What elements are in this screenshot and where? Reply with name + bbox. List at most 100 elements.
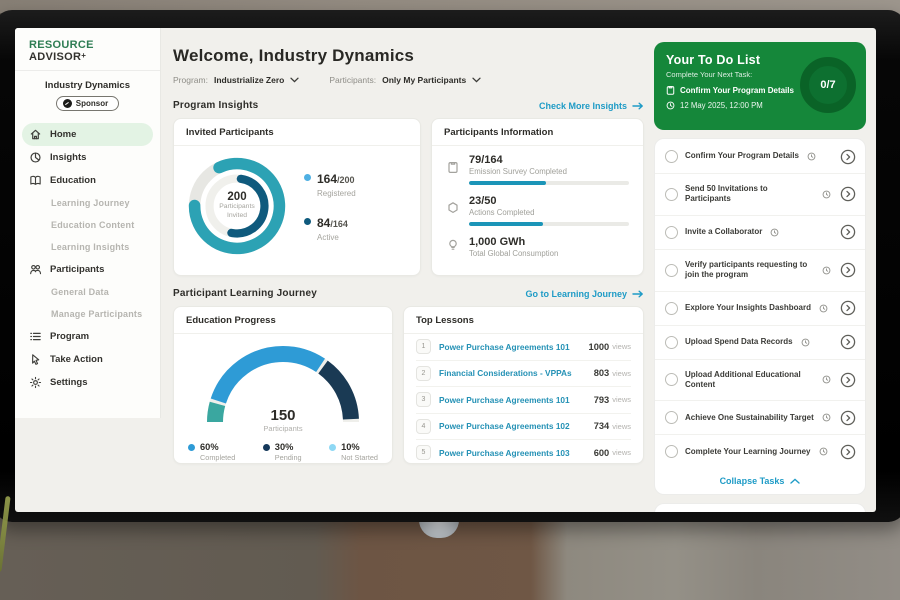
- clock-icon: [822, 375, 831, 384]
- task-checkbox[interactable]: [665, 302, 678, 315]
- task-checkbox[interactable]: [665, 445, 678, 458]
- lesson-row[interactable]: 2 Financial Considerations - VPPAs 803 v…: [416, 361, 631, 388]
- card-title: Invited Participants: [174, 119, 420, 146]
- clock-icon: [822, 413, 831, 422]
- legend-dot: [263, 444, 270, 451]
- sidebar-item-program[interactable]: Program: [15, 325, 160, 348]
- chevron-right-button[interactable]: [840, 149, 856, 165]
- program-dropdown[interactable]: Program: Industrialize Zero: [173, 75, 299, 85]
- card-title: Top Lessons: [404, 307, 643, 334]
- legend-pending: 30%Pending: [263, 442, 302, 462]
- todo-header-card: Your To Do List Complete Your Next Task:…: [654, 42, 866, 130]
- book-icon: [29, 174, 42, 187]
- take-action-icon: [29, 353, 42, 366]
- task-checkbox[interactable]: [665, 373, 678, 386]
- monitor-bezel: RESOURCE ADVISOR+ Industry Dynamics Spon…: [0, 10, 900, 522]
- chevron-right-button[interactable]: [840, 262, 856, 278]
- clock-icon: [822, 266, 831, 275]
- task-item[interactable]: Achieve One Sustainability Target: [655, 401, 865, 435]
- section-program-insights: Program Insights: [173, 100, 258, 111]
- app-logo: RESOURCE ADVISOR+: [15, 35, 160, 71]
- dashboard-screen: RESOURCE ADVISOR+ Industry Dynamics Spon…: [15, 28, 876, 512]
- sidebar-item-manage-participants[interactable]: Manage Participants: [15, 303, 160, 325]
- sidebar-item-insights[interactable]: Insights: [15, 146, 160, 169]
- clock-icon: [666, 101, 675, 110]
- chevron-right-button[interactable]: [840, 224, 856, 240]
- task-item[interactable]: Invite a Collaborator: [655, 216, 865, 250]
- progress-bar: [469, 222, 629, 226]
- card-title: Participants Information: [432, 119, 643, 146]
- progress-bar: [469, 181, 629, 185]
- task-checkbox[interactable]: [665, 411, 678, 424]
- chevron-right-button[interactable]: [840, 372, 856, 388]
- insights-icon: [29, 151, 42, 164]
- clock-icon: [801, 338, 810, 347]
- chevron-down-icon: [290, 77, 299, 83]
- chevron-right-button[interactable]: [840, 334, 856, 350]
- stat-consumption: 1,000 GWh Total Global Consumption: [446, 236, 629, 258]
- task-item[interactable]: Upload Additional Educational Content: [655, 360, 865, 402]
- legend-completed: 60%Completed: [188, 442, 235, 462]
- arrow-right-icon: [632, 102, 644, 110]
- collapse-tasks-link[interactable]: Collapse Tasks: [655, 468, 865, 492]
- lesson-row[interactable]: 5 Power Purchase Agreements 103 600 view…: [416, 440, 631, 464]
- sidebar-item-learning-journey[interactable]: Learning Journey: [15, 192, 160, 214]
- task-datetime: 12 May 2025, 12:00 PM: [680, 101, 763, 110]
- clipboard-icon: [666, 85, 675, 95]
- participants-dropdown[interactable]: Participants: Only My Participants: [329, 75, 481, 85]
- legend-active: 84/164 Active: [304, 214, 356, 242]
- survey-icon: [446, 160, 460, 179]
- education-progress-card: Education Progress 150 Participants: [173, 306, 393, 464]
- task-checkbox[interactable]: [665, 264, 678, 277]
- task-checkbox[interactable]: [665, 188, 678, 201]
- clock-icon: [819, 304, 828, 313]
- task-checkbox[interactable]: [665, 226, 678, 239]
- legend-dot: [304, 174, 311, 181]
- stat-actions: 23/50 Actions Completed: [446, 195, 629, 226]
- stat-emission-survey: 79/164 Emission Survey Completed: [446, 154, 629, 185]
- chevron-right-button[interactable]: [840, 300, 856, 316]
- page-title: Welcome, Industry Dynamics: [173, 46, 644, 66]
- chevron-right-button[interactable]: [840, 444, 856, 460]
- list-icon: [29, 330, 42, 343]
- chevron-down-icon: [472, 77, 481, 83]
- participants-icon: [29, 263, 42, 276]
- legend-dot: [304, 218, 311, 225]
- sidebar-item-general-data[interactable]: General Data: [15, 281, 160, 303]
- sidebar-item-education-content[interactable]: Education Content: [15, 214, 160, 236]
- chevron-right-button[interactable]: [840, 186, 856, 202]
- sponsor-badge: Sponsor: [56, 96, 119, 111]
- lesson-row[interactable]: 3 Power Purchase Agreements 101 793 view…: [416, 387, 631, 414]
- recent-news-card: Recent News: [654, 503, 866, 512]
- go-to-learning-journey-link[interactable]: Go to Learning Journey: [525, 289, 644, 299]
- task-item[interactable]: Verify participants requesting to join t…: [655, 250, 865, 292]
- invited-total: 200: [227, 191, 246, 203]
- task-item[interactable]: Send 50 Invitations to Participants: [655, 174, 865, 216]
- tasks-list: Confirm Your Program Details Send 50 Inv…: [654, 138, 866, 495]
- main-content: Welcome, Industry Dynamics Program: Indu…: [161, 28, 654, 512]
- legend-not-started: 10%Not Started: [329, 442, 378, 462]
- legend-dot: [188, 444, 195, 451]
- sidebar-item-settings[interactable]: Settings: [15, 371, 160, 394]
- monitor-stand: [419, 520, 459, 538]
- sidebar-item-participants[interactable]: Participants: [15, 258, 160, 281]
- sidebar-item-learning-insights[interactable]: Learning Insights: [15, 236, 160, 258]
- check-more-insights-link[interactable]: Check More Insights: [539, 101, 644, 111]
- sidebar: RESOURCE ADVISOR+ Industry Dynamics Spon…: [15, 28, 161, 512]
- task-item[interactable]: Explore Your Insights Dashboard: [655, 292, 865, 326]
- lesson-row[interactable]: 1 Power Purchase Agreements 101 1000 vie…: [416, 334, 631, 361]
- task-item[interactable]: Complete Your Learning Journey: [655, 435, 865, 468]
- sidebar-item-take-action[interactable]: Take Action: [15, 348, 160, 371]
- task-checkbox[interactable]: [665, 336, 678, 349]
- invited-donut-chart: 200 Participants Invited: [184, 153, 290, 259]
- task-item[interactable]: Upload Spend Data Records: [655, 326, 865, 360]
- bulb-icon: [446, 238, 460, 257]
- chevron-right-button[interactable]: [840, 410, 856, 426]
- sidebar-item-education[interactable]: Education: [15, 169, 160, 192]
- lesson-row[interactable]: 4 Power Purchase Agreements 102 734 view…: [416, 414, 631, 441]
- sidebar-item-home[interactable]: Home: [22, 123, 153, 146]
- task-item[interactable]: Confirm Your Program Details: [655, 140, 865, 174]
- task-checkbox[interactable]: [665, 150, 678, 163]
- clock-icon: [822, 190, 831, 199]
- clock-icon: [770, 228, 779, 237]
